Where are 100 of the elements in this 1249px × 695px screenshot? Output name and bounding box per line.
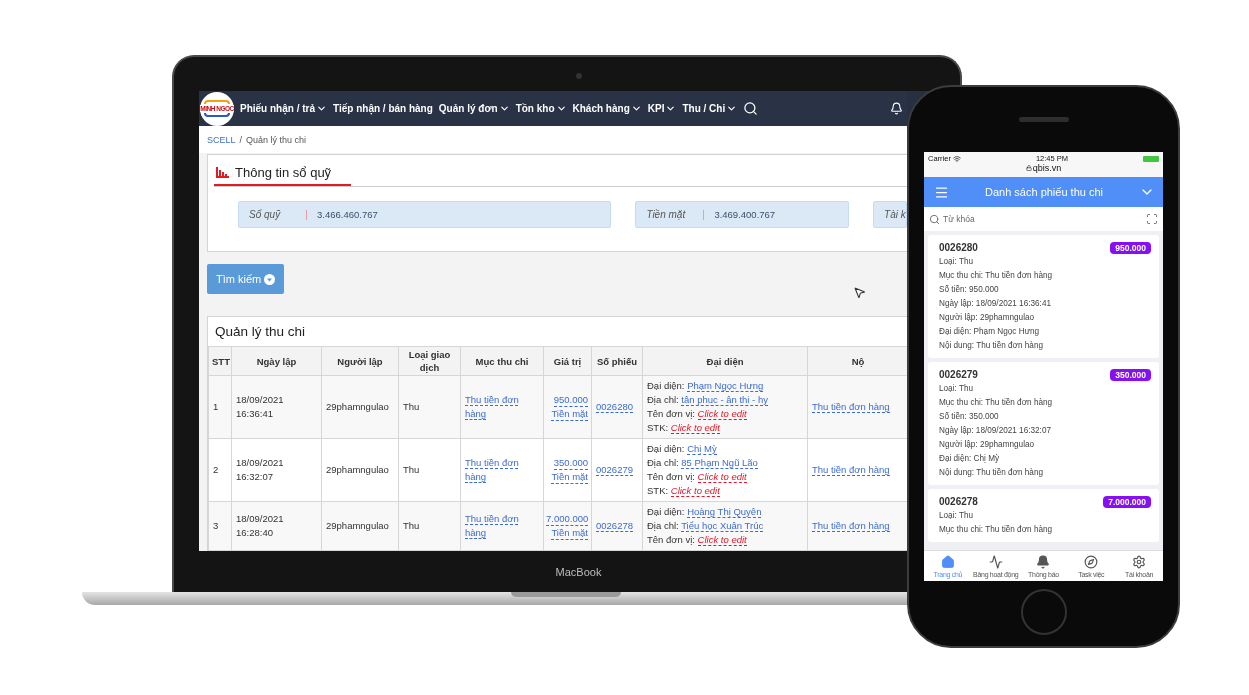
- column-header: Mục thu chi: [460, 346, 544, 376]
- card-line: Mục thu chi: Thu tiền đơn hàng: [939, 524, 1054, 536]
- method-link[interactable]: Tiền mặt: [551, 470, 588, 484]
- cursor-icon: [853, 286, 866, 299]
- card-line: Ngày lập: 18/09/2021 16:32:07: [939, 425, 1052, 437]
- click-to-edit-link[interactable]: Click to edit: [697, 408, 747, 420]
- card-line: Nội dung: Thu tiền đơn hàng: [939, 340, 1044, 352]
- table-cell: Thu: [398, 438, 461, 502]
- time-text: 16:32:07: [236, 470, 274, 484]
- receipt-card[interactable]: 0026278 7.000.000 Loại: Thu Mục thu chi: Thu tiền đơn hàng: [928, 489, 1159, 542]
- click-to-edit-link[interactable]: Click to edit: [670, 422, 720, 434]
- card-line: Nội dung: Thu tiền đơn hàng: [939, 467, 1044, 479]
- rep-label: STK:: [647, 422, 669, 433]
- rep-link[interactable]: Tiểu học Xuân Trúc: [681, 520, 764, 532]
- time-text: 16:36:41: [236, 407, 274, 421]
- column-header: Ngày lập: [231, 346, 322, 376]
- compass-icon: [1084, 554, 1099, 569]
- card-line: Đại diện: Chị Mỳ: [939, 453, 1001, 465]
- table-cell: 29phamngulao: [321, 375, 399, 439]
- amount-link[interactable]: 950.000: [553, 393, 588, 407]
- rep-link[interactable]: Chị Mỳ: [687, 443, 717, 455]
- card-id: 0026279: [939, 368, 978, 382]
- column-header: Loại giao dịch: [398, 346, 461, 376]
- table-title: Quản lý thu chi: [214, 323, 307, 341]
- date-text: 18/09/2021: [236, 456, 285, 470]
- chevron-down-icon: [665, 103, 677, 114]
- rep-link[interactable]: Phạm Ngọc Hưng: [687, 380, 764, 392]
- amount-link[interactable]: 350.000: [553, 456, 588, 470]
- rep-label: Tên đơn vị:: [647, 408, 695, 419]
- rep-label: Địa chỉ:: [647, 457, 679, 468]
- search-icon[interactable]: [743, 101, 759, 116]
- time-text: 16:28:40: [236, 526, 274, 540]
- bell-icon: [1036, 554, 1051, 569]
- scan-icon[interactable]: [1146, 213, 1158, 225]
- amount-badge: 350.000: [1110, 369, 1151, 381]
- caret-icon: [264, 273, 276, 285]
- nav-item[interactable]: Quản lý đơn: [438, 103, 510, 114]
- home-icon: [940, 554, 955, 569]
- amount-link[interactable]: 7.000.000: [546, 512, 589, 526]
- card-line: Loại: Thu: [939, 510, 974, 522]
- rep-label: Tên đơn vị:: [647, 534, 695, 545]
- search-bar[interactable]: Từ khóa: [924, 207, 1163, 231]
- stat-label: Sổ quỹ: [249, 209, 282, 220]
- nav-item[interactable]: Tiếp nhận / bán hàng: [333, 103, 433, 114]
- receipt-link[interactable]: 0026278: [596, 520, 633, 532]
- receipt-link[interactable]: 0026280: [596, 401, 633, 413]
- rep-link[interactable]: tân phuc - ân thi - hy: [681, 394, 768, 406]
- nav-item[interactable]: Khách hàng: [572, 103, 642, 114]
- receipt-card[interactable]: 0026280 950.000 Loại: Thu Mục thu chi: Thu tiền đơn hàng Số tiền: 950.000 Ngày lập: 18/09/2021 16:36:41 Người lập: 29phamngulao Đại diện: Phạm Ngọc Hưng Nội dung: Thu tiền đơn hàng: [928, 235, 1159, 358]
- speaker-icon: [1018, 117, 1069, 122]
- amount-badge: 950.000: [1110, 242, 1151, 254]
- nav-item[interactable]: Thu / Chi: [682, 103, 738, 114]
- receipt-card[interactable]: 0026279 350.000 Loại: Thu Mục thu chi: Thu tiền đơn hàng Số tiền: 350.000 Ngày lập: 18/09/2021 16:32:07 Người lập: 29phamngulao Đại diện: Chị Mỳ Nội dung: Thu tiền đơn hàng: [928, 362, 1159, 485]
- click-to-edit-link[interactable]: Click to edit: [697, 534, 747, 546]
- click-to-edit-link[interactable]: Click to edit: [670, 485, 720, 497]
- rep-label: STK:: [647, 485, 669, 496]
- rep-label: Tên đơn vị:: [647, 471, 695, 482]
- nav-item[interactable]: Phiếu nhận / trả: [240, 103, 327, 114]
- menu-icon[interactable]: [934, 184, 949, 200]
- date-text: 18/09/2021: [236, 393, 285, 407]
- method-link[interactable]: Tiền mặt: [551, 526, 588, 540]
- nav-item[interactable]: Tồn kho: [515, 103, 567, 114]
- table-cell: Thu: [398, 375, 461, 439]
- content-link[interactable]: Thu tiền đơn hàng: [812, 464, 890, 476]
- search-field[interactable]: Từ khóa: [943, 214, 1143, 224]
- bell-icon[interactable]: [890, 102, 903, 115]
- table-cell: 29phamngulao: [321, 438, 399, 502]
- column-header: Người lập: [321, 346, 399, 376]
- amount-badge: 7.000.000: [1103, 496, 1151, 508]
- settings-icon: [1132, 554, 1147, 569]
- card-line: Số tiền: 950.000: [939, 284, 1000, 296]
- stat-label: Tài k: [884, 209, 906, 220]
- camera-icon: [575, 73, 582, 79]
- rep-label: Địa chỉ:: [647, 394, 679, 405]
- method-link[interactable]: Tiền mặt: [551, 407, 588, 421]
- table-cell: 2: [208, 438, 232, 502]
- card-line: Người lập: 29phamngulao: [939, 312, 1036, 324]
- card-line: Ngày lập: 18/09/2021 16:36:41: [939, 298, 1052, 310]
- chevron-down-icon: [630, 103, 642, 114]
- nav-item[interactable]: KPI: [647, 103, 677, 114]
- click-to-edit-link[interactable]: Click to edit: [697, 471, 747, 483]
- date-text: 18/09/2021: [236, 512, 285, 526]
- rep-label: Địa chỉ:: [647, 520, 679, 531]
- rep-link[interactable]: Hoàng Thị Quyên: [687, 506, 762, 518]
- rep-label: Đại diện:: [647, 443, 685, 454]
- table-cell: 29phamngulao: [321, 501, 399, 551]
- card-line: Người lập: 29phamngulao: [939, 439, 1036, 451]
- content-link[interactable]: Thu tiền đơn hàng: [812, 520, 890, 532]
- card-line: Loại: Thu: [939, 256, 974, 268]
- content-link[interactable]: Thu tiền đơn hàng: [812, 401, 890, 413]
- rep-link[interactable]: 85 Phạm Ngũ Lão: [681, 457, 758, 469]
- url-text: qbis.vn: [1032, 163, 1062, 173]
- breadcrumb-link[interactable]: SCELL: [207, 134, 236, 145]
- card-id: 0026278: [939, 495, 978, 509]
- search-button[interactable]: Tìm kiếm: [207, 264, 285, 294]
- header-title: Danh sách phiếu thu chi: [985, 186, 1103, 198]
- breadcrumb-separator: /: [239, 134, 243, 145]
- card-line: Mục thu chi: Thu tiền đơn hàng: [939, 397, 1054, 409]
- panel-title: Thông tin sổ quỹ: [235, 165, 332, 180]
- receipt-link[interactable]: 0026279: [596, 464, 633, 476]
